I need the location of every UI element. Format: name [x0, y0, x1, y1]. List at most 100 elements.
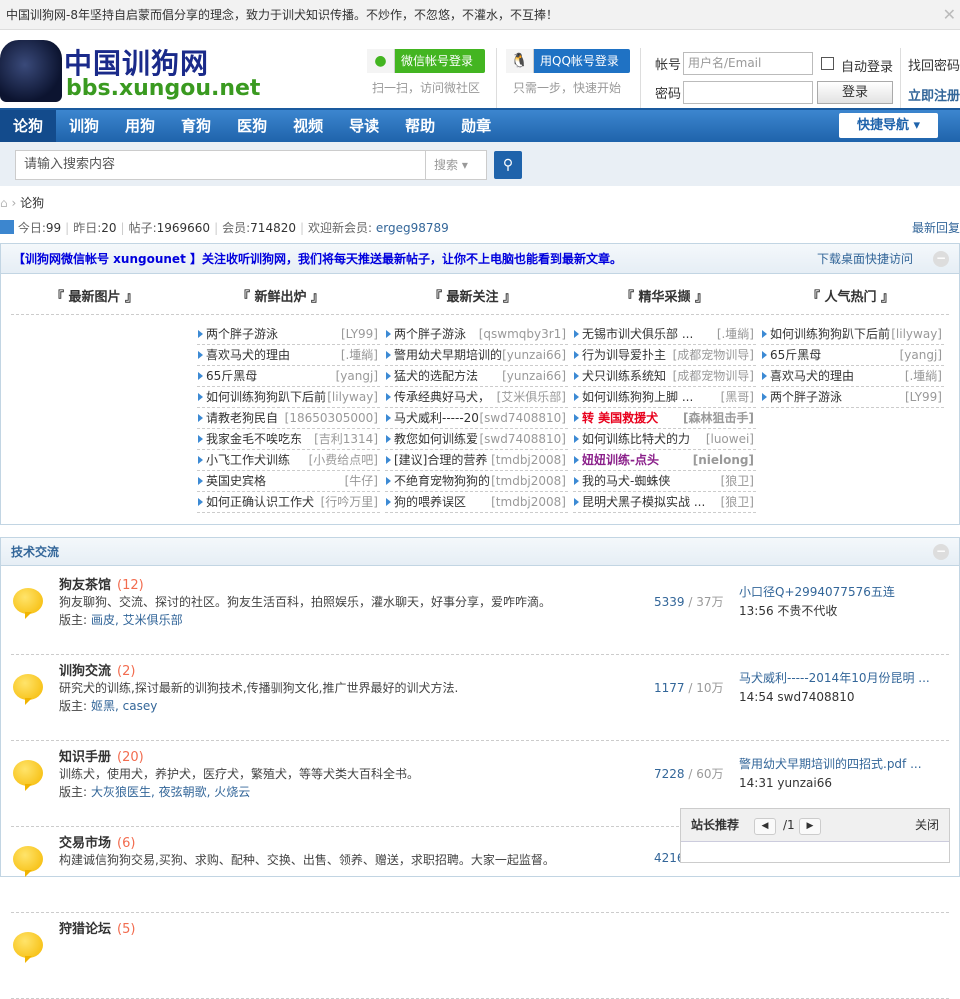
- thread-author[interactable]: [yangj]: [335, 366, 378, 386]
- quick-nav-button[interactable]: 快捷导航 ▾: [839, 113, 938, 138]
- thread-title[interactable]: 小飞工作犬训练: [206, 453, 290, 467]
- thread-author[interactable]: [lilyway]: [327, 387, 378, 407]
- section-title[interactable]: 技术交流: [11, 545, 59, 559]
- username-input[interactable]: 用户名/Email: [683, 52, 813, 75]
- auto-login-checkbox[interactable]: [821, 57, 834, 70]
- thread-author[interactable]: [tmdbj2008]: [491, 492, 566, 512]
- forum-name-text[interactable]: 交易市场: [59, 836, 111, 851]
- list-item[interactable]: 我家金毛不唉吃东 [吉利1314]: [197, 429, 380, 450]
- moderator-links[interactable]: 姬黑, casey: [91, 699, 157, 713]
- thread-title[interactable]: 如何训练狗狗趴下后前: [206, 390, 326, 404]
- prev-button[interactable]: ◀: [754, 818, 776, 835]
- latest-replies-link[interactable]: 最新回复: [912, 218, 960, 238]
- thread-author[interactable]: [.堹緔]: [904, 366, 942, 386]
- list-item[interactable]: 如何训练狗狗趴下后前 [lilyway]: [761, 324, 944, 345]
- thread-title[interactable]: 行为训导爱扑主: [582, 348, 666, 362]
- thread-title[interactable]: 猛犬的选配方法: [394, 369, 478, 383]
- thread-author[interactable]: [艾米俱乐部]: [496, 387, 566, 407]
- thread-title[interactable]: 警用幼犬早期培训的: [394, 348, 502, 362]
- forum-name-text[interactable]: 狩猎论坛: [59, 922, 111, 937]
- list-item[interactable]: 英国史宾格 [牛仔]: [197, 471, 380, 492]
- nav-item[interactable]: 育狗: [168, 110, 224, 142]
- thread-author[interactable]: [狼卫]: [720, 471, 754, 491]
- thread-author[interactable]: [牛仔]: [344, 471, 378, 491]
- nav-item[interactable]: 医狗: [224, 110, 280, 142]
- qq-login-button[interactable]: 🐧 用QQ帐号登录: [506, 49, 630, 73]
- thread-title[interactable]: 两个胖子游泳: [206, 327, 278, 341]
- thread-author[interactable]: [yunzai66]: [502, 345, 566, 365]
- thread-author[interactable]: [yunzai66]: [502, 366, 566, 386]
- list-item[interactable]: 狗的喂养误区 [tmdbj2008]: [385, 492, 568, 513]
- list-item[interactable]: 昆明犬黑子模拟实战 ... [狼卫]: [573, 492, 756, 513]
- thread-title[interactable]: 英国史宾格: [206, 474, 266, 488]
- thread-title[interactable]: 传承经典好马犬，: [394, 390, 490, 404]
- thread-author[interactable]: [森林狙击手]: [683, 408, 754, 428]
- nav-item[interactable]: 训狗: [56, 110, 112, 142]
- thread-title[interactable]: 无锡市训犬俱乐部 ...: [582, 327, 693, 341]
- list-item[interactable]: 无锡市训犬俱乐部 ... [.堹緔]: [573, 324, 756, 345]
- close-icon[interactable]: ✕: [943, 0, 956, 30]
- forum-name[interactable]: 狗友茶馆 (12): [59, 574, 144, 593]
- thread-author[interactable]: [swd7408810]: [479, 408, 566, 428]
- list-item[interactable]: 如何训练狗狗上脚 ... [黑哥]: [573, 387, 756, 408]
- thread-title[interactable]: 65斤黑母: [206, 369, 257, 383]
- collapse-icon[interactable]: −: [933, 544, 949, 560]
- thread-author[interactable]: [nielong]: [692, 450, 754, 470]
- forum-name-text[interactable]: 知识手册: [59, 750, 111, 765]
- list-item[interactable]: 小飞工作犬训练 [小费给点吧]: [197, 450, 380, 471]
- list-item[interactable]: 猛犬的选配方法 [yunzai66]: [385, 366, 568, 387]
- last-post-title[interactable]: 马犬威利-----2014年10月份昆明 ...: [739, 671, 930, 685]
- thread-author[interactable]: [18650305000]: [284, 408, 378, 428]
- nav-item[interactable]: 导读: [336, 110, 392, 142]
- thread-title[interactable]: [建议]合理的营养: [394, 453, 487, 467]
- nav-item[interactable]: 勋章: [448, 110, 504, 142]
- thread-title[interactable]: 如何训练狗狗上脚 ...: [582, 390, 693, 404]
- site-logo[interactable]: 中国训狗网 bbs.xungou.net: [0, 38, 260, 102]
- list-item[interactable]: 喜欢马犬的理由 [.堹緔]: [761, 366, 944, 387]
- wechat-login-button[interactable]: ● 微信帐号登录: [367, 49, 485, 73]
- thread-title[interactable]: 两个胖子游泳: [394, 327, 466, 341]
- list-item[interactable]: 妞妞训练-点头 [nielong]: [573, 450, 756, 471]
- list-item[interactable]: 不绝育宠物狗狗的 [tmdbj2008]: [385, 471, 568, 492]
- thread-author[interactable]: [lilyway]: [891, 324, 942, 344]
- nav-item[interactable]: 帮助: [392, 110, 448, 142]
- forgot-password-link[interactable]: 找回密码: [908, 55, 960, 74]
- last-post-title[interactable]: 警用幼犬早期培训的四招式.pdf ...: [739, 757, 922, 771]
- forum-name[interactable]: 知识手册 (20): [59, 746, 144, 765]
- list-item[interactable]: 转 美国救援犬 [森林狙击手]: [573, 408, 756, 429]
- thread-title[interactable]: 如何正确认识工作犬: [206, 495, 314, 509]
- list-item[interactable]: 如何训练比特犬的力 [luowei]: [573, 429, 756, 450]
- nav-item[interactable]: 视频: [280, 110, 336, 142]
- search-type-select[interactable]: 搜索 ▾: [425, 150, 487, 180]
- popup-close-button[interactable]: 关闭: [915, 809, 939, 842]
- thread-author[interactable]: [LY99]: [904, 387, 942, 407]
- list-item[interactable]: 如何正确认识工作犬 [行吟万里]: [197, 492, 380, 513]
- next-button[interactable]: ▶: [799, 818, 821, 835]
- thread-author[interactable]: [qswmqby3r1]: [478, 324, 566, 344]
- thread-author[interactable]: [行吟万里]: [320, 492, 378, 512]
- thread-author[interactable]: [swd7408810]: [479, 429, 566, 449]
- search-button[interactable]: ⚲: [494, 151, 522, 179]
- list-item[interactable]: 65斤黑母 [yangj]: [761, 345, 944, 366]
- thread-title[interactable]: 昆明犬黑子模拟实战 ...: [582, 495, 705, 509]
- list-item[interactable]: 犬只训练系统知 [成都宠物训导]: [573, 366, 756, 387]
- thread-author[interactable]: [LY99]: [340, 324, 378, 344]
- list-item[interactable]: 行为训导爱扑主 [成都宠物训导]: [573, 345, 756, 366]
- thread-title[interactable]: 我的马犬-蜘蛛侠: [582, 474, 670, 488]
- notice-text[interactable]: 【训狗网微信帐号 xungounet 】关注收听训狗网，我们将每天推送最新帖子，…: [13, 252, 622, 266]
- collapse-icon[interactable]: −: [933, 251, 949, 267]
- thread-author[interactable]: [yangj]: [899, 345, 942, 365]
- download-shortcut-link[interactable]: 下载桌面快捷访问: [817, 244, 913, 274]
- newest-member-link[interactable]: ergeg98789: [376, 221, 449, 235]
- search-input[interactable]: 请输入搜索内容: [15, 150, 426, 180]
- thread-title[interactable]: 转 美国救援犬: [582, 411, 658, 425]
- thread-author[interactable]: [luowei]: [705, 429, 754, 449]
- thread-author[interactable]: [tmdbj2008]: [491, 471, 566, 491]
- thread-author[interactable]: [.堹緔]: [716, 324, 754, 344]
- list-item[interactable]: 两个胖子游泳 [qswmqby3r1]: [385, 324, 568, 345]
- thread-author[interactable]: [成都宠物训导]: [672, 366, 754, 386]
- thread-title[interactable]: 如何训练比特犬的力: [582, 432, 690, 446]
- login-button[interactable]: 登录: [817, 81, 893, 104]
- moderator-links[interactable]: 大灰狼医生, 夜弦朝歌, 火烧云: [91, 785, 250, 799]
- forum-name[interactable]: 交易市场 (6): [59, 832, 135, 851]
